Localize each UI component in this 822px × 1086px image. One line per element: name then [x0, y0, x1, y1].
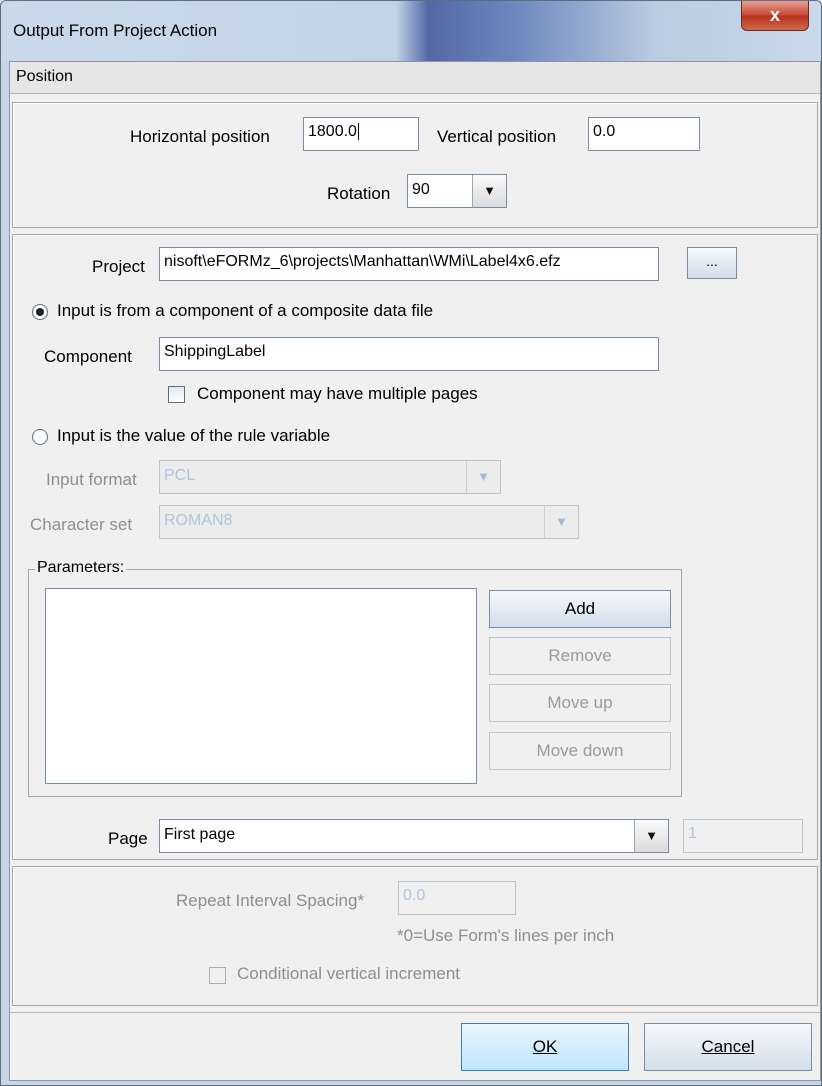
repeat-note: *0=Use Form's lines per inch [397, 926, 615, 945]
radio-component-label: Input is from a component of a composite… [57, 301, 434, 320]
radio-rule-label: Input is the value of the rule variable [57, 426, 331, 445]
chevron-down-icon: ▼ [472, 175, 506, 207]
repeat-spacing-input[interactable]: 0.0 [398, 881, 516, 915]
footer-bar: OK Cancel [10, 1012, 820, 1080]
vertical-position-input[interactable]: 0.0 [588, 117, 700, 151]
cancel-button[interactable]: Cancel [644, 1023, 812, 1071]
dialog-client: Position Horizontal position 1800.0 Vert… [9, 61, 821, 1081]
multiple-pages-checkbox[interactable] [168, 386, 185, 403]
character-set-value: ROMAN8 [164, 512, 233, 529]
project-input[interactable]: nisoft\eFORMz_6\projects\Manhattan\WMi\L… [159, 247, 659, 281]
parameters-group: Parameters: Add Remove Move up Move down [28, 559, 682, 797]
move-down-button[interactable]: Move down [489, 732, 671, 770]
rotation-label: Rotation [327, 184, 391, 203]
source-panel: Project nisoft\eFORMz_6\projects\Manhatt… [12, 234, 818, 860]
parameters-label: Parameters: [35, 559, 127, 577]
character-set-label: Character set [30, 515, 133, 534]
vertical-position-label: Vertical position [437, 127, 557, 146]
rotation-value: 90 [412, 181, 430, 198]
parameters-list[interactable] [45, 588, 477, 784]
input-format-select[interactable]: PCL ▼ [159, 460, 501, 494]
input-format-value: PCL [164, 467, 196, 484]
page-label: Page [108, 829, 148, 848]
repeat-spacing-label: Repeat Interval Spacing* [176, 891, 365, 910]
chevron-down-icon: ▼ [466, 461, 500, 493]
add-button[interactable]: Add [489, 590, 671, 628]
position-panel: Horizontal position 1800.0 Vertical posi… [12, 102, 818, 228]
move-up-button[interactable]: Move up [489, 684, 671, 722]
chevron-down-icon: ▼ [544, 506, 578, 538]
page-number-input[interactable]: 1 [683, 819, 803, 853]
horizontal-position-label: Horizontal position [130, 127, 270, 146]
tab-position[interactable]: Position [16, 68, 73, 86]
tab-bar: Position [10, 62, 820, 94]
conditional-increment-checkbox[interactable] [209, 967, 226, 984]
rotation-select[interactable]: 90 ▼ [407, 174, 507, 208]
component-input[interactable]: ShippingLabel [159, 337, 659, 371]
horizontal-position-input[interactable]: 1800.0 [303, 117, 419, 151]
ok-button[interactable]: OK [461, 1023, 629, 1071]
close-button[interactable]: x [741, 1, 809, 31]
radio-rule-variable[interactable] [32, 429, 48, 445]
title-bar: Output From Project Action x [1, 1, 821, 61]
page-value: First page [164, 826, 236, 843]
window-title: Output From Project Action [13, 21, 218, 40]
project-label: Project [92, 257, 145, 276]
dialog-window: Output From Project Action x Position Ho… [0, 0, 822, 1086]
page-select[interactable]: First page ▼ [159, 819, 669, 853]
remove-button[interactable]: Remove [489, 637, 671, 675]
chevron-down-icon: ▼ [634, 820, 668, 852]
close-icon: x [769, 5, 780, 25]
input-format-label: Input format [46, 470, 137, 489]
repeat-panel: Repeat Interval Spacing* 0.0 *0=Use Form… [12, 866, 818, 1006]
browse-project-button[interactable]: ... [687, 247, 737, 279]
multiple-pages-label: Component may have multiple pages [197, 384, 478, 403]
component-label: Component [44, 347, 132, 366]
conditional-increment-label: Conditional vertical increment [237, 964, 460, 983]
character-set-select[interactable]: ROMAN8 ▼ [159, 505, 579, 539]
radio-component-input[interactable] [32, 304, 48, 320]
